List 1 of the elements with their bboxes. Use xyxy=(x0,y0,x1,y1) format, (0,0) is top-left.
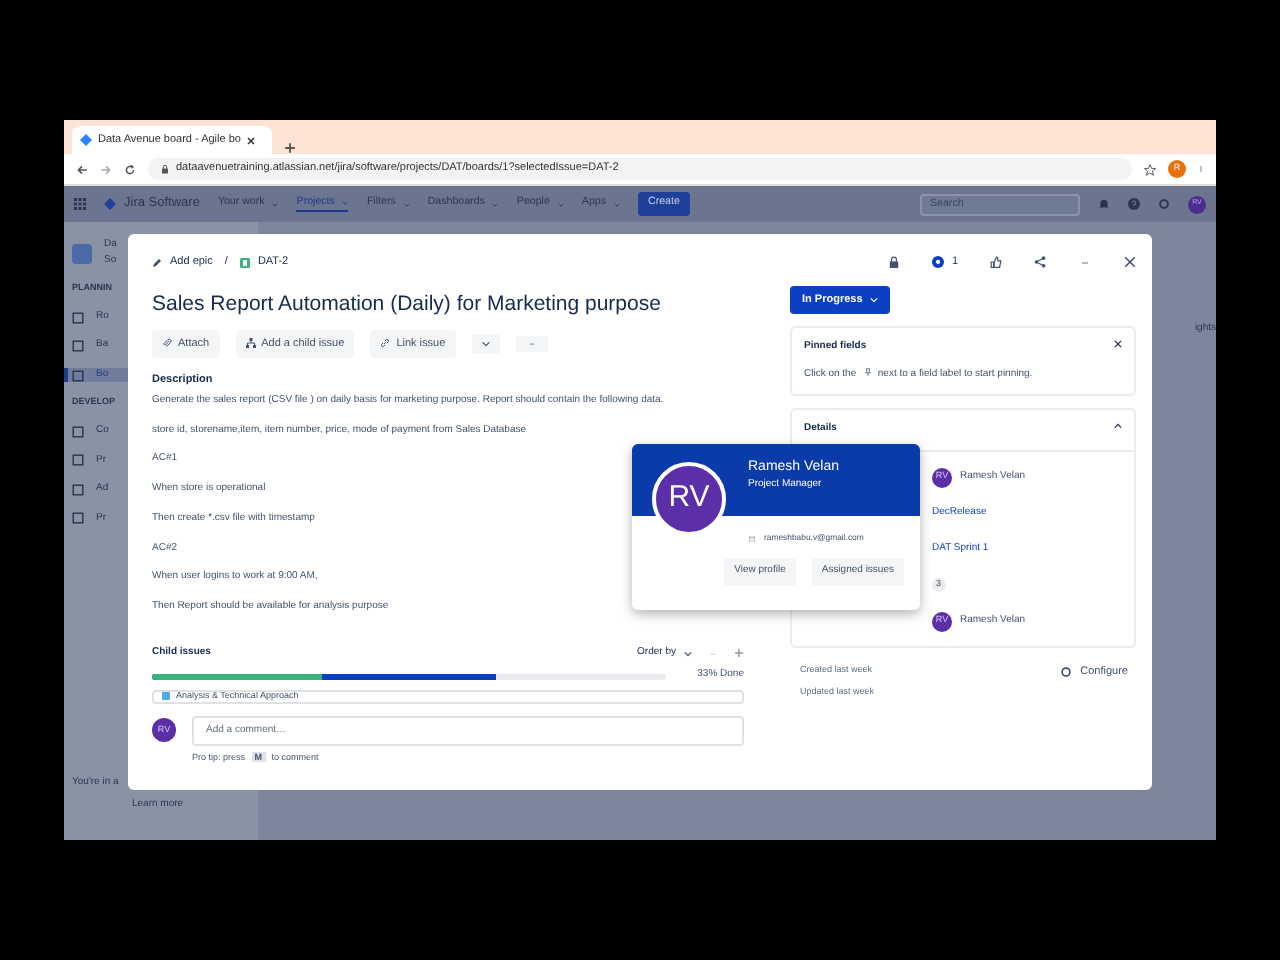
issue-title: Sales Report Automation (Daily) for Marketing purpose xyxy=(152,290,663,320)
